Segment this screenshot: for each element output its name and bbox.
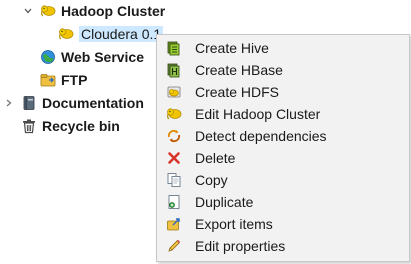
export-icon [166,216,182,232]
menu-item-label: Edit Hadoop Cluster [195,106,321,122]
menu-item-create-hive[interactable]: Create Hive [157,37,409,59]
chevron-right-icon[interactable] [4,98,14,108]
menu-item-create-hdfs[interactable]: Create HDFS [157,81,409,103]
tree-node-label: Web Service [61,49,145,65]
tree-node-recycle-bin[interactable]: Recycle bin [21,115,120,137]
chevron-down-icon[interactable] [23,6,33,16]
duplicate-icon [166,194,182,210]
hbase-icon [166,62,182,78]
tree-node-web-service[interactable]: Web Service [40,46,144,68]
menu-item-delete[interactable]: Delete [157,147,409,169]
menu-item-edit-properties[interactable]: Edit properties [157,235,409,257]
tree-node-label: FTP [61,72,88,88]
tree-node-cloudera[interactable]: Cloudera 0.1 [58,23,164,45]
menu-item-create-hbase[interactable]: Create HBase [157,59,409,81]
pencil-icon [166,238,182,254]
hadoop-elephant-icon [58,26,74,42]
hive-icon [166,40,182,56]
globe-icon [40,49,56,65]
menu-item-label: Duplicate [195,194,254,210]
menu-item-label: Create HDFS [195,84,280,100]
menu-item-label: Delete [195,150,236,166]
hdfs-icon [166,84,182,100]
tree-node-label: Documentation [42,95,144,111]
tree-node-ftp[interactable]: FTP [40,69,87,91]
ftp-folder-icon [40,72,56,88]
menu-item-label: Copy [195,172,228,188]
hadoop-elephant-icon [40,3,56,19]
tree-node-documentation[interactable]: Documentation [21,92,144,114]
menu-item-export-items[interactable]: Export items [157,213,409,235]
tree-node-label: Cloudera 0.1 [79,26,164,42]
menu-item-copy[interactable]: Copy [157,169,409,191]
hadoop-elephant-icon [166,106,182,122]
menu-item-label: Create HBase [195,62,283,78]
trash-icon [21,118,37,134]
delete-x-icon [166,150,182,166]
book-icon [21,95,37,111]
detect-dependencies-icon [166,128,182,144]
menu-item-label: Edit properties [195,238,286,254]
tree-node-label: Hadoop Cluster [61,3,166,19]
menu-item-label: Create Hive [195,40,269,56]
tree-node-label: Recycle bin [42,118,120,134]
copy-icon [166,172,182,188]
context-menu: Create Hive Create HBase Create HDFS Edi… [156,34,410,262]
menu-item-duplicate[interactable]: Duplicate [157,191,409,213]
menu-item-edit-hadoop-cluster[interactable]: Edit Hadoop Cluster [157,103,409,125]
menu-item-label: Detect dependencies [195,128,327,144]
tree-node-hadoop-cluster[interactable]: Hadoop Cluster [40,0,165,22]
menu-item-detect-dependencies[interactable]: Detect dependencies [157,125,409,147]
menu-item-label: Export items [195,216,273,232]
